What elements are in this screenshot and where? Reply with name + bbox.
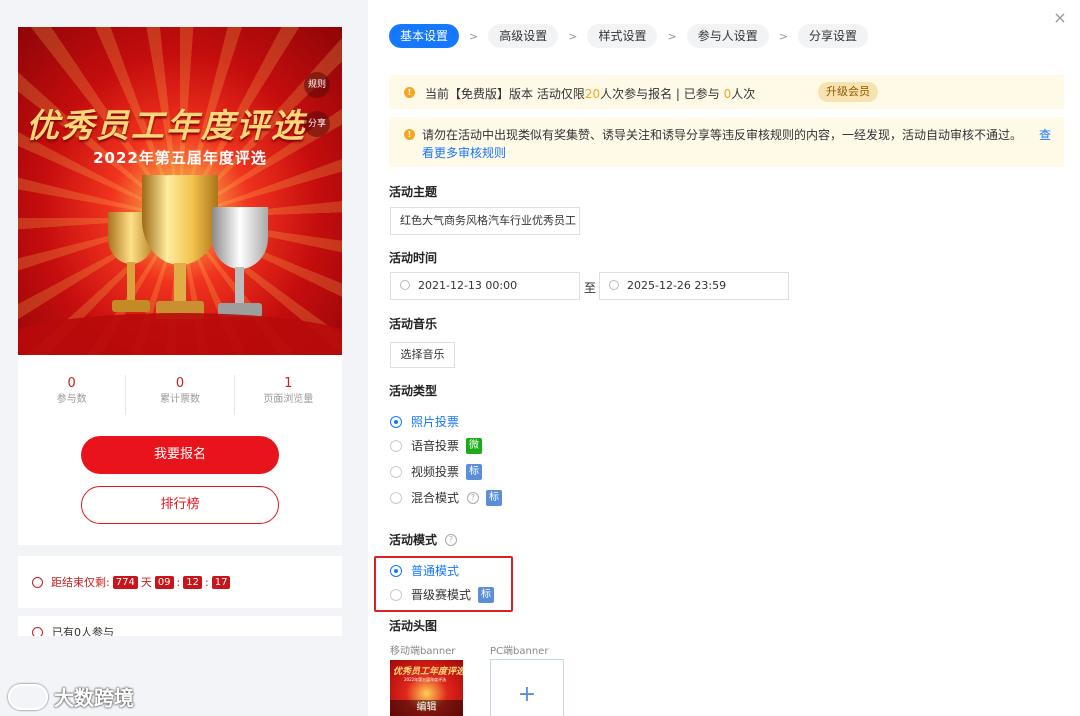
type-video-vote[interactable]: 视频投票 标 xyxy=(390,463,483,480)
music-label: 活动音乐 xyxy=(389,317,438,331)
end-time-input[interactable]: 2025-12-26 23:59 xyxy=(599,272,789,300)
pc-banner-label: PC端banner xyxy=(490,646,549,657)
countdown-bar: 距结束仅剩: 774 天 09 : 12 : 17 xyxy=(18,556,342,608)
time-separator: 至 xyxy=(584,281,597,295)
choose-music-button[interactable]: 选择音乐 xyxy=(390,342,455,368)
countdown-prefix: 距结束仅剩: xyxy=(51,576,110,589)
countdown-days: 774 xyxy=(112,575,138,589)
wechat-icon: 微 xyxy=(466,437,483,454)
countdown-minutes: 12 xyxy=(183,575,202,589)
step-basic[interactable]: 基本设置 xyxy=(389,24,460,48)
step-participants[interactable]: 参与人设置 xyxy=(686,24,769,48)
warning-icon: ! xyxy=(404,87,415,98)
mobile-banner-thumbnail[interactable]: 优秀员工年度评选 2022年第五届年度评选 编辑 xyxy=(390,660,463,716)
preview-panel: 优秀员工年度评选 2022年第五届年度评选 规则 分享 0 参与数 0 累计票数… xyxy=(0,0,368,716)
countdown-seconds: 17 xyxy=(211,575,231,589)
stats-row: 0 参与数 0 累计票数 1 页面浏览量 xyxy=(18,375,342,415)
signup-button[interactable]: 我要报名 xyxy=(81,436,279,474)
participants-text: 已有0人参与 xyxy=(52,626,114,636)
chevron-right-icon: > xyxy=(778,29,788,43)
help-icon[interactable]: ? xyxy=(445,533,458,546)
countdown-hours: 09 xyxy=(154,575,174,589)
person-icon xyxy=(32,626,43,636)
trophy-center xyxy=(142,175,218,325)
radio-selected[interactable] xyxy=(390,415,402,428)
hero-subtitle: 2022年第五届年度评选 xyxy=(93,149,267,167)
upload-pc-banner-button[interactable]: + xyxy=(490,659,564,716)
countdown-sep-2: : xyxy=(205,575,209,589)
close-icon[interactable]: × xyxy=(1052,10,1068,26)
theme-label: 活动主题 xyxy=(389,185,438,199)
type-photo-vote[interactable]: 照片投票 xyxy=(390,413,459,430)
radio[interactable] xyxy=(390,465,402,478)
clock-icon xyxy=(609,280,619,290)
step-style[interactable]: 样式设置 xyxy=(587,24,658,48)
step-advanced[interactable]: 高级设置 xyxy=(488,24,559,48)
standard-badge: 标 xyxy=(486,489,503,506)
more-rules-link[interactable]: 看更多审核规则 xyxy=(422,146,506,160)
warning-icon: ! xyxy=(404,129,415,140)
watermark-logo-icon xyxy=(8,683,48,710)
watermark-text: 大数跨境 xyxy=(54,686,134,710)
mode-highlight-box xyxy=(374,556,513,612)
stat-votes: 0 累计票数 xyxy=(126,375,235,415)
countdown-days-unit: 天 xyxy=(140,576,152,589)
time-label: 活动时间 xyxy=(389,251,438,265)
chevron-right-icon: > xyxy=(667,29,677,43)
watermark: 大数跨境 xyxy=(8,682,134,711)
chevron-right-icon: > xyxy=(568,29,578,43)
type-mixed-mode[interactable]: 混合模式 ? 标 xyxy=(390,489,503,506)
rules-notice: ! 请勿在活动中出现类似有奖集赞、诱导关注和诱导分享等违反审核规则的内容，一经发… xyxy=(389,117,1064,167)
preview-card: 优秀员工年度评选 2022年第五届年度评选 规则 分享 0 参与数 0 累计票数… xyxy=(18,27,342,545)
hero-banner: 优秀员工年度评选 2022年第五届年度评选 规则 分享 xyxy=(18,27,342,355)
version-notice: ! 当前【免费版】版本 活动仅限20人次参与报名 | 已参与 0人次 升级会员 xyxy=(389,75,1064,109)
chevron-right-icon: > xyxy=(469,29,479,43)
edit-banner-button[interactable]: 编辑 xyxy=(390,700,463,716)
share-tag[interactable]: 分享 xyxy=(304,111,330,137)
trophy-right xyxy=(210,207,270,331)
ranking-button[interactable]: 排行榜 xyxy=(81,486,279,524)
standard-badge: 标 xyxy=(466,463,483,480)
participants-bar: 已有0人参与 xyxy=(18,616,342,636)
upgrade-button[interactable]: 升级会员 xyxy=(818,82,878,102)
stat-pageviews: 1 页面浏览量 xyxy=(263,376,314,405)
step-nav: 基本设置 > 高级设置 > 样式设置 > 参与人设置 > 分享设置 xyxy=(389,24,868,48)
rules-tag[interactable]: 规则 xyxy=(304,72,330,98)
type-label: 活动类型 xyxy=(389,384,438,398)
mode-label: 活动模式 ? xyxy=(389,531,458,548)
step-share[interactable]: 分享设置 xyxy=(797,24,868,48)
stat-participants: 0 参与数 xyxy=(18,375,127,415)
type-voice-vote[interactable]: 语音投票 微 xyxy=(390,437,483,454)
radio[interactable] xyxy=(390,439,402,452)
header-image-label: 活动头图 xyxy=(389,619,438,633)
hero-title: 优秀员工年度评选 xyxy=(26,106,306,145)
start-time-input[interactable]: 2021-12-13 00:00 xyxy=(390,272,580,300)
mobile-banner-label: 移动端banner xyxy=(390,646,456,657)
clock-icon xyxy=(400,280,410,290)
radio[interactable] xyxy=(390,491,402,504)
help-icon[interactable]: ? xyxy=(467,491,480,504)
countdown-sep-1: : xyxy=(176,575,181,589)
clock-icon xyxy=(32,576,43,588)
theme-input[interactable]: 红色大气商务风格汽车行业优秀员工 xyxy=(390,207,580,235)
more-rules-link-head[interactable]: 查 xyxy=(1039,126,1051,143)
